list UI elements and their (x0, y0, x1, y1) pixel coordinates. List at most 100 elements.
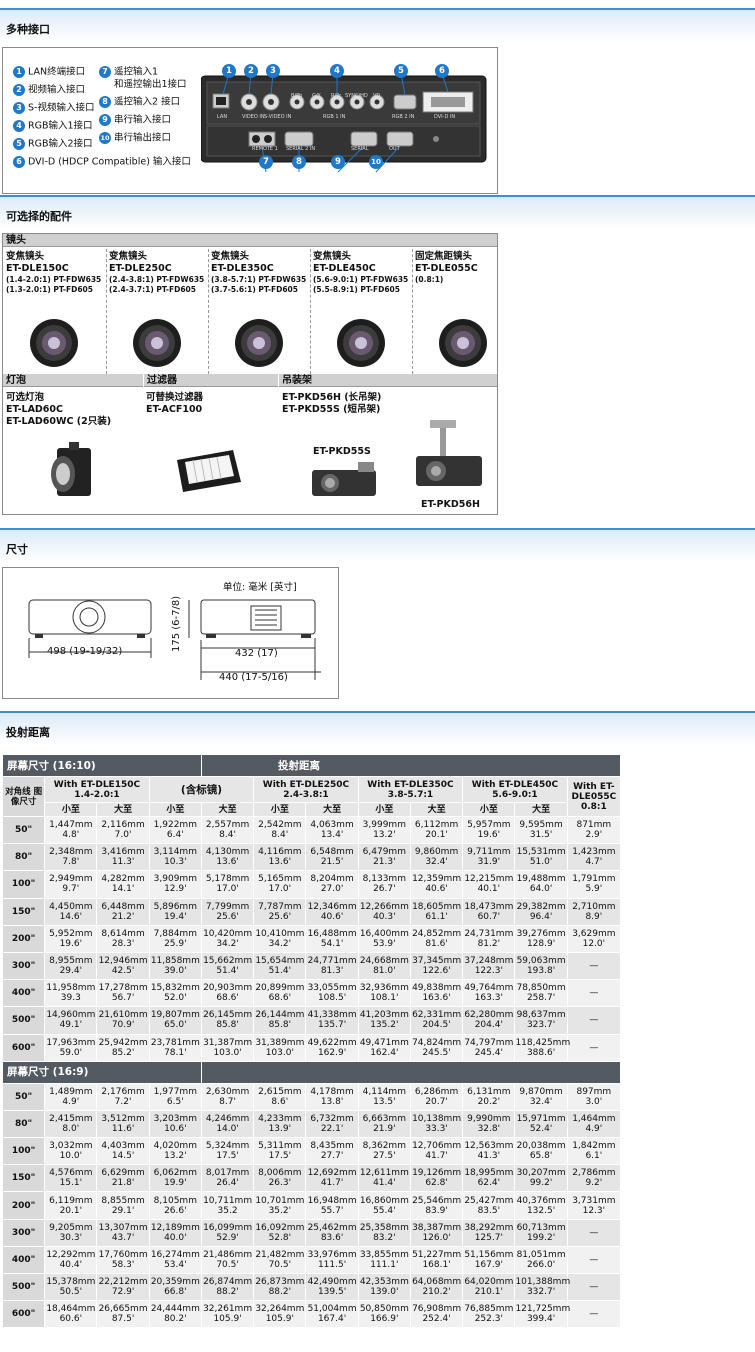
distance-ft: 40.1' (477, 884, 501, 895)
bubble-8: 8 (292, 155, 306, 169)
max-label: 大至 (96, 802, 150, 817)
distance-mm: 24,444mm (150, 1304, 200, 1315)
distance-ft: 61.1' (425, 911, 448, 922)
throw-distance-cell: 2,615mm 8.6' (253, 1082, 307, 1111)
lens-header-line-1: With ET-DLE055C (571, 781, 617, 802)
min-label: 小至 (44, 802, 98, 817)
distance-mm: 5,957mm (467, 820, 511, 831)
throw-distance-cell: 33,976mm 111.5' (305, 1245, 359, 1275)
distance-mm: 15,378mm (46, 1277, 96, 1288)
diagonal-size-header: 对角线 图像尺寸 (1, 776, 46, 817)
port-legend-item: 9 串行输入接口 (99, 114, 171, 127)
throw-distance-cell: 49,838mm 163.6' (409, 979, 464, 1008)
mount-header: 吊装架 (279, 374, 497, 387)
distance-ft: 13.6' (216, 857, 239, 868)
throw-distance-cell: 19,807mm 65.0' (148, 1006, 202, 1035)
distance-mm: — (589, 1015, 599, 1026)
throw-distance-cell: 16,948mm 55.7' (305, 1191, 359, 1220)
throw-distance-cell: 2,710mm 8.9' (566, 897, 622, 926)
throw-distance-cell: 19,488mm 64.0' (514, 870, 568, 899)
distance-ft: 26.7' (373, 884, 396, 895)
lamp-info: 可选灯泡 ET-LAD60C ET-LAD60WC (2只装) (6, 392, 111, 428)
distance-ft: 8.4' (219, 830, 236, 841)
distance-mm: 30,207mm (516, 1168, 566, 1179)
throw-distance-cell: 49,764mm 163.3' (462, 979, 516, 1008)
bubble-5: 5 (394, 64, 408, 78)
mount-info: ET-PKD56H (长吊架) ET-PKD55S (短吊架) (282, 392, 381, 416)
throw-distance-cell: 4,063mm 13.4' (305, 815, 359, 845)
throw-distance-cell: 871mm 2.9' (566, 815, 622, 845)
throw-distance-cell: 5,896mm 19.4' (148, 897, 202, 926)
distance-mm: 1,447mm (49, 820, 93, 831)
distance-ft: 7.8' (62, 857, 80, 868)
distance-mm: 10,138mm (412, 1113, 462, 1124)
throw-distance-cell: 26,874mm 88.2' (200, 1272, 255, 1302)
throw-distance-cell: 31,387mm 103.0' (200, 1033, 255, 1062)
distance-mm: 25,358mm (359, 1222, 409, 1233)
distance-ft: 14.1' (111, 884, 135, 895)
throw-distance-cell: 15,832mm 52.0' (148, 979, 202, 1008)
distance-mm: 4,282mm (101, 874, 145, 885)
distance-ft: 62.8' (425, 1178, 448, 1189)
throw-distance-cell: 4,116mm 13.6' (253, 843, 307, 872)
distance-mm: 26,874mm (203, 1277, 253, 1288)
table-row: 50" 1,489mm 4.9' 2,176mm 7.2' 1,977mm 6.5' 2,63… (1, 1082, 622, 1111)
distance-ft: 26.6' (164, 1205, 187, 1216)
throw-distance-cell: 16,092mm 52.8' (253, 1218, 307, 1247)
distance-mm: 20,359mm (150, 1277, 200, 1288)
throw-distance-cell: 49,622mm 162.9' (305, 1033, 359, 1062)
throw-distance-cell: 24,771mm 81.3' (305, 951, 359, 981)
distance-ft: 163.3' (474, 993, 503, 1004)
throw-distance-table: 屏幕尺寸 (16:10) 投射距离 对角线 图像尺寸 With ET-DLE150C 1… (1, 754, 622, 1329)
throw-distance-cell: 74,824mm 245.5' (409, 1033, 464, 1062)
throw-distance-cell: 37,248mm 122.3' (462, 951, 516, 981)
distance-mm: 1,489mm (49, 1086, 93, 1097)
distance-mm: 6,732mm (310, 1113, 354, 1124)
screen-size-cell: 100" (1, 870, 46, 899)
lens-header-line-2: 3.8-5.7:1 (387, 789, 434, 800)
lens-model: ET-DLE150C (6, 263, 69, 274)
lens-item: 变焦镜头 ET-DLE150C (1.4-2.0:1) PT-FDW635 (1.3-… (4, 249, 105, 374)
distance-mm: 81,051mm (516, 1249, 566, 1260)
distance-ft: 139.5' (317, 1287, 347, 1298)
table-row: 200" 6,119mm 20.1' 8,855mm 29.1' 8,105mm 26.6'… (1, 1191, 622, 1220)
throw-distance-cell: 15,531mm 51.0' (514, 843, 568, 872)
lens-text: 变焦镜头 ET-DLE250C (2.4-3.8:1) PT-FDW635 (2.4-… (109, 251, 204, 295)
distance-mm: 2,557mm (205, 820, 250, 831)
accessories-panel: 镜头 变焦镜头 ET-DLE150C (1.4-2.0:1) PT-FDW635 (1… (2, 233, 498, 515)
throw-distance-cell: 29,382mm 96.4' (514, 897, 568, 926)
throw-distance-cell: 60,713mm 199.2' (514, 1218, 568, 1247)
distance-mm: 12,189mm (150, 1222, 200, 1233)
throw-distance-cell: 2,630mm 8.7' (200, 1082, 255, 1111)
distance-ft: 58.3' (111, 1259, 135, 1270)
distance-ft: 20.1' (59, 1205, 83, 1216)
distance-ft: 9.7' (62, 884, 80, 895)
distance-ft: 51.0' (529, 857, 553, 868)
throw-distance-cell: 19,126mm 62.8' (409, 1164, 464, 1193)
lens-compat-1: (0.8:1) (415, 275, 444, 284)
throw-distance-cell: 74,797mm 245.4' (462, 1033, 516, 1062)
distance-mm: 5,178mm (205, 874, 250, 885)
bubble-4: 4 (330, 64, 344, 78)
table-title-screen-size: 屏幕尺寸 (16:10) (2, 754, 202, 777)
throw-distance-cell: 24,852mm 81.6' (409, 924, 464, 953)
lens-image (30, 319, 78, 367)
lens-text: 固定焦距镜头 ET-DLE055C (0.8:1) (415, 251, 478, 285)
throw-distance-cell: 64,068mm 210.2' (409, 1272, 464, 1302)
throw-distance-cell: 9,870mm 32.4' (514, 1082, 568, 1111)
throw-distance-cell: 2,348mm 7.8' (44, 843, 98, 872)
rear-panel-diagram (201, 73, 487, 173)
distance-ft: 13.8' (320, 1096, 344, 1107)
lens-column-header: With ET-DLE150C 1.4-2.0:1 (44, 776, 150, 803)
distance-ft: 42.5' (111, 966, 135, 977)
throw-distance-cell: 5,957mm 19.6' (462, 815, 516, 845)
throw-distance-cell: 16,488mm 54.1' (305, 924, 359, 953)
screen-size-cell: 200" (1, 924, 46, 953)
table-row: 500" 15,378mm 50.5' 22,212mm 72.9' 20,359mm 66… (1, 1272, 622, 1302)
throw-distance-cell: 24,668mm 81.0' (357, 951, 411, 981)
distance-mm: 33,976mm (307, 1249, 357, 1260)
distance-mm: 6,663mm (362, 1113, 406, 1124)
mount-caption-2: ET-PKD56H (421, 499, 480, 510)
distance-mm: — (589, 1227, 599, 1238)
distance-ft: 128.9' (526, 938, 556, 949)
